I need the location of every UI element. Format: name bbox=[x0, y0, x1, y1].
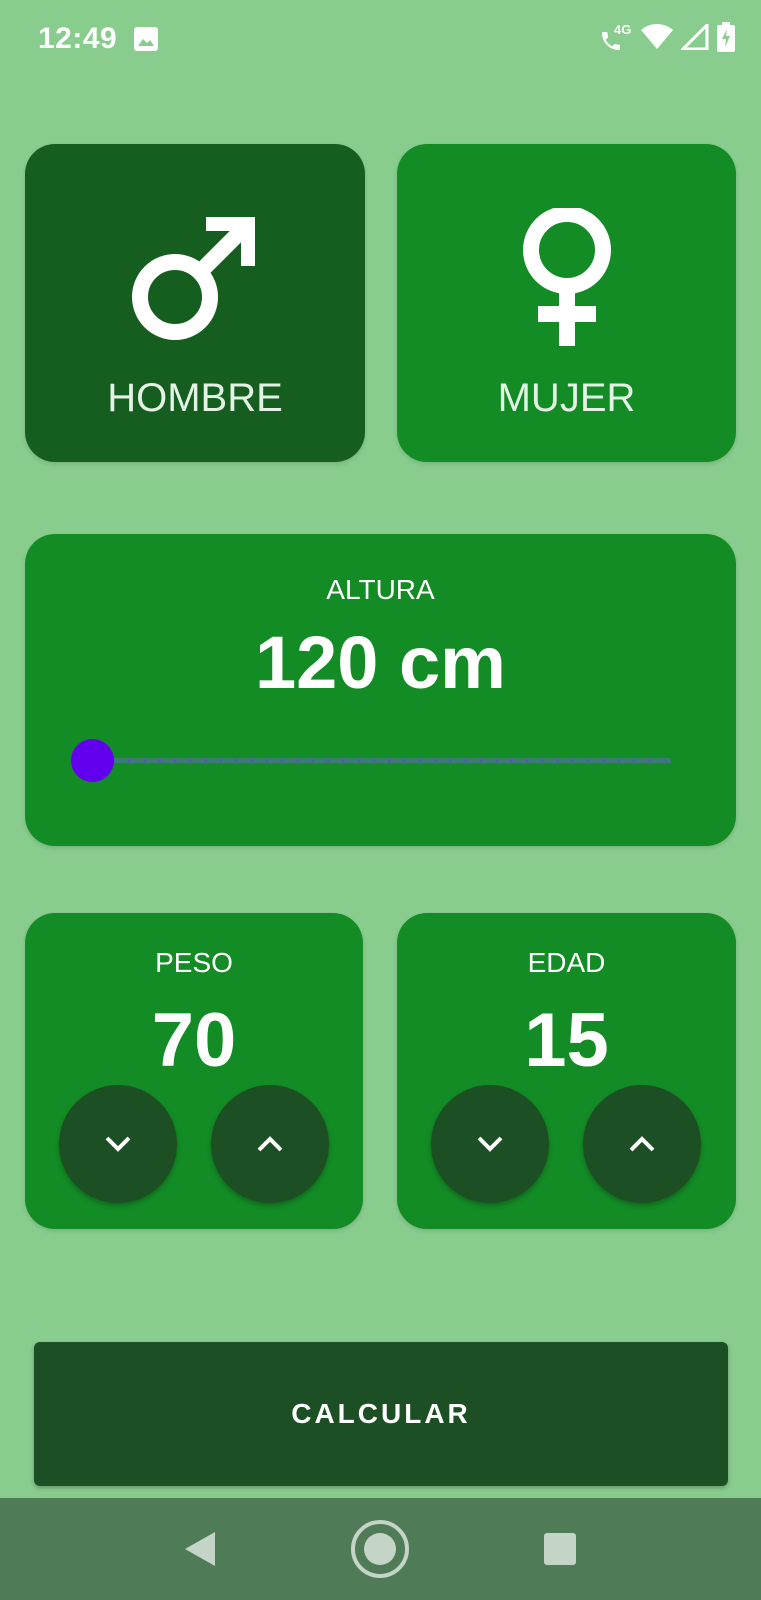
back-icon bbox=[185, 1532, 215, 1566]
recents-icon bbox=[544, 1533, 576, 1565]
back-button[interactable] bbox=[160, 1498, 240, 1600]
age-label: EDAD bbox=[527, 947, 606, 978]
height-label: ALTURA bbox=[326, 574, 435, 605]
weight-value: 70 bbox=[151, 998, 237, 1083]
age-decrease-button[interactable] bbox=[431, 1085, 549, 1203]
height-card: ALTURA 120 cm bbox=[25, 534, 736, 846]
chevron-up-icon bbox=[257, 1136, 283, 1152]
image-icon bbox=[134, 27, 158, 56]
age-value: 15 bbox=[524, 998, 609, 1083]
recents-button[interactable] bbox=[520, 1498, 600, 1600]
navigation-bar bbox=[0, 1498, 761, 1600]
slider-thumb[interactable] bbox=[71, 739, 114, 782]
weight-decrease-button[interactable] bbox=[59, 1085, 177, 1203]
age-increase-button[interactable] bbox=[583, 1085, 701, 1203]
age-card: EDAD 15 bbox=[397, 913, 736, 1229]
weight-card: PESO 70 bbox=[25, 913, 363, 1229]
male-icon bbox=[132, 217, 255, 340]
slider-ticks bbox=[91, 759, 671, 762]
male-card[interactable]: HOMBRE bbox=[25, 144, 365, 462]
female-card[interactable]: MUJER bbox=[397, 144, 736, 462]
battery-charging-icon bbox=[717, 21, 735, 57]
wifi-icon bbox=[641, 23, 673, 55]
weight-label: PESO bbox=[155, 947, 233, 978]
status-icons: 4G bbox=[599, 20, 735, 57]
wifi-calling-icon: 4G bbox=[599, 22, 633, 54]
calculate-label: CALCULAR bbox=[291, 1398, 471, 1429]
network-label: 4G bbox=[614, 22, 632, 37]
home-icon bbox=[351, 1520, 409, 1578]
female-icon bbox=[522, 208, 611, 346]
chevron-down-icon bbox=[105, 1136, 131, 1152]
calculate-button[interactable]: CALCULAR bbox=[34, 1342, 728, 1486]
status-bar: 12:49 4G bbox=[0, 0, 761, 80]
height-slider[interactable] bbox=[71, 735, 671, 785]
signal-icon bbox=[679, 20, 709, 55]
status-time: 12:49 bbox=[38, 22, 118, 55]
height-value: 120 cm bbox=[255, 621, 506, 704]
chevron-up-icon bbox=[629, 1136, 655, 1152]
female-label: MUJER bbox=[497, 376, 636, 420]
chevron-down-icon bbox=[477, 1136, 503, 1152]
male-label: HOMBRE bbox=[107, 376, 283, 420]
weight-increase-button[interactable] bbox=[211, 1085, 329, 1203]
home-button[interactable] bbox=[340, 1498, 420, 1600]
